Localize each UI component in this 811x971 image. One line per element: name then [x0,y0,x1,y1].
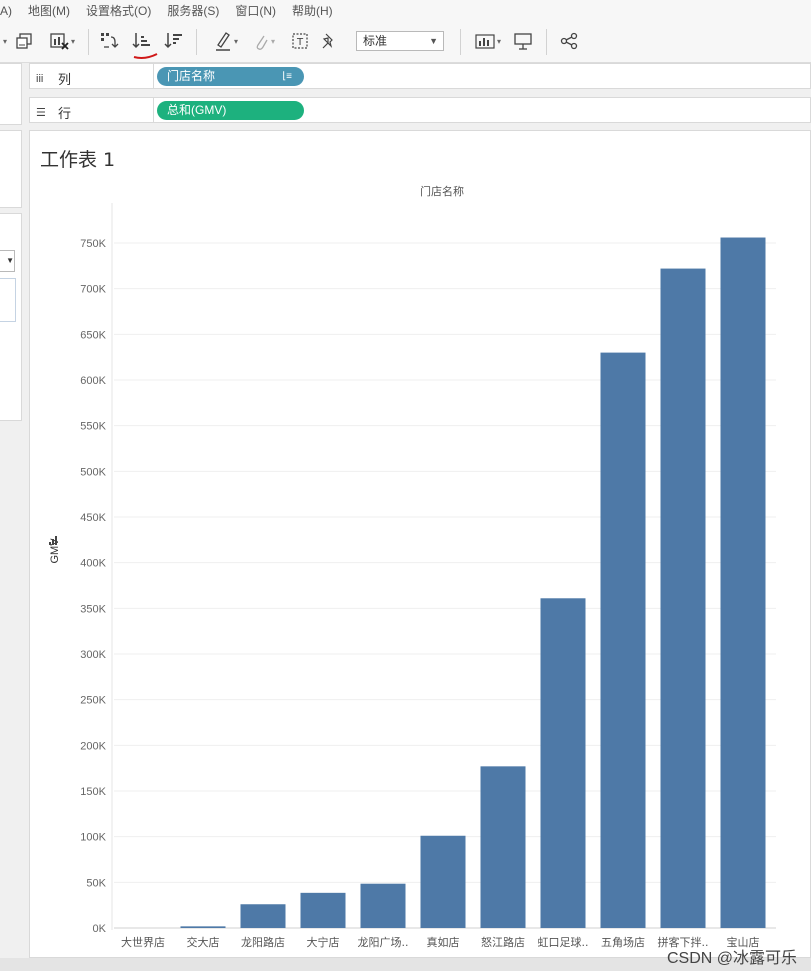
y-tick-label: 150K [80,786,106,798]
y-tick-label: 650K [80,329,106,341]
bar[interactable] [600,352,646,929]
x-tick-label: 怒江路店 [481,935,525,949]
worksheet: 工作表 1 门店名称 GMV 0K 50K 100K 150K 200K 250K 300K… [29,130,811,958]
y-axis-title: GMV [49,536,61,564]
shelf-divider [153,98,154,122]
sort-ascending-icon: ⌊≡ [282,71,292,82]
svg-text:T: T [296,37,304,48]
left-panel-card[interactable] [0,278,16,322]
y-tick-label: 350K [80,603,106,615]
menu-item-help[interactable]: 帮助(H) [292,2,333,19]
menu-item-window[interactable]: 窗口(N) [235,2,276,19]
bar[interactable] [720,237,766,928]
presentation-mode-icon[interactable] [512,30,534,52]
rows-icon: ☰ [36,107,46,119]
y-tick-label: 0K [93,923,107,935]
bar[interactable] [240,904,286,928]
share-icon[interactable] [558,30,580,52]
y-tick-label: 450K [80,512,106,524]
menu-item-map[interactable]: 地图(M) [28,2,70,19]
duplicate-sheet-icon[interactable] [14,30,34,52]
x-tick-label: 大宁店 [307,935,340,949]
column-header: 门店名称 [420,184,464,198]
watermark: CSDN @冰露可乐 [666,950,797,967]
y-tick-label: 250K [80,695,106,707]
swap-rows-columns-icon[interactable] [98,30,120,52]
bar[interactable] [420,835,466,928]
toolbar-separator [88,29,89,55]
left-panel-middle [0,130,22,208]
x-tick-label: 龙阳广场.. [358,935,409,949]
bar[interactable] [180,926,226,928]
menu-item-analysis[interactable]: A) [0,4,12,18]
highlight-pen-icon[interactable]: ▾ [210,30,242,52]
sort-descending-icon[interactable] [163,30,185,52]
mark-size-select[interactable]: 标准 ▼ [356,31,444,51]
mark-size-value: 标准 [363,34,388,48]
y-tick-label: 50K [86,877,106,889]
x-tick-label: 五角场店 [601,935,645,949]
rows-shelf-label: ☰ 行 [36,106,72,121]
x-tick-label: 真如店 [427,935,460,949]
bar[interactable] [540,598,586,928]
chevron-down-icon: ▼ [429,36,438,46]
y-tick-label: 500K [80,466,106,478]
show-me-icon[interactable]: ▾ [472,30,504,52]
text-box-icon[interactable]: T [290,30,310,52]
bar[interactable] [300,892,346,928]
y-tick-label: 600K [80,375,106,387]
toolbar-separator [460,29,461,55]
columns-shelf-label: iii 列 [36,72,72,87]
pin-icon[interactable] [318,30,338,52]
row-pill-sum-gmv[interactable]: 总和(GMV) [157,101,304,120]
sort-ascending-icon[interactable] [131,30,153,52]
bar[interactable] [660,268,706,928]
toolbar-separator [546,29,547,55]
annotation-underline [133,53,158,59]
columns-icon: iii [36,72,44,85]
menu-bar: A) 地图(M) 设置格式(O) 服务器(S) 窗口(N) 帮助(H) [0,0,811,21]
left-panel-dropdown[interactable]: ▼ [0,250,15,272]
x-tick-label: 龙阳路店 [241,935,285,949]
clear-sheet-icon[interactable]: ▾ [44,30,80,52]
y-tick-label: 200K [80,740,106,752]
y-tick-label: 100K [80,832,106,844]
columns-shelf[interactable]: iii 列 门店名称 ⌊≡ [29,63,811,89]
left-panel-bottom: ▼ [0,213,22,421]
bar[interactable] [360,883,406,928]
bar-chart: 门店名称 GMV 0K 50K 100K 150K 200K 250K 300K 350K 40… [49,184,776,949]
shelf-divider [153,64,154,88]
left-panel-top [0,63,22,125]
x-tick-label: 交大店 [187,935,220,949]
x-axis-labels: 大世界店 交大店 龙阳路店 大宁店 龙阳广场.. 真如店 怒江路店 虹口足球.. 五角场店 拼客下… [121,935,760,949]
chevron-down-icon[interactable]: ▾ [0,30,8,52]
y-tick-label: 550K [80,421,106,433]
bar[interactable] [480,766,526,928]
x-tick-label: 虹口足球.. [538,935,589,949]
y-tick-label: 400K [80,558,106,570]
bars [180,237,766,929]
y-axis-ticks: 0K 50K 100K 150K 200K 250K 300K 350K 400K 450K 500… [80,238,106,935]
paperclip-icon[interactable]: ▾ [248,30,280,52]
toolbar-separator [196,29,197,55]
menu-item-format[interactable]: 设置格式(O) [86,2,151,19]
y-tick-label: 700K [80,284,106,296]
column-pill-store-name[interactable]: 门店名称 ⌊≡ [157,67,304,86]
x-tick-label: 大世界店 [121,935,165,949]
toolbar: ▾ ▾ ▾ ▾ T 标准 ▼ ▾ [0,21,811,63]
menu-item-server[interactable]: 服务器(S) [167,2,219,19]
rows-shelf[interactable]: ☰ 行 总和(GMV) [29,97,811,123]
y-tick-label: 300K [80,649,106,661]
y-tick-label: 750K [80,238,106,250]
